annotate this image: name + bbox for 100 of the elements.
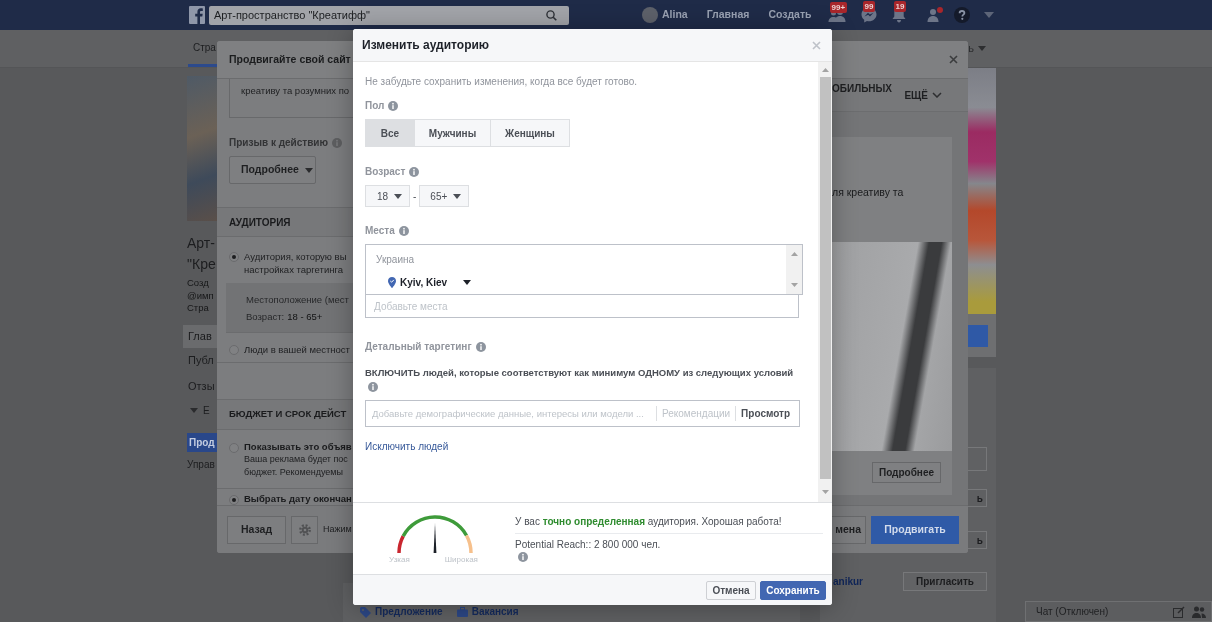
scrollbar[interactable]	[818, 62, 832, 502]
gender-option[interactable]: Все	[365, 119, 415, 147]
field-label: Призыв к действию	[229, 138, 328, 148]
notification-badge: 19	[893, 1, 907, 12]
top-nav-link[interactable]: Создать	[768, 7, 812, 23]
option-title: Выбрать дату окончан	[244, 493, 352, 505]
info-icon	[518, 552, 528, 562]
section-header: АУДИТОРИЯ	[217, 207, 353, 237]
top-nav-link[interactable]: Главная	[706, 7, 750, 23]
profile-link[interactable]: anikur	[833, 574, 863, 589]
location-search-field[interactable]: Добавьте места	[365, 295, 799, 318]
chevron-down-icon	[932, 92, 942, 98]
search-field[interactable]: Арт-пространство "Креатифф"	[209, 5, 546, 25]
info-icon	[388, 101, 399, 111]
info-icon	[368, 382, 378, 392]
scrollbar-thumb[interactable]	[819, 77, 831, 479]
promote-button[interactable]: Продвигать	[871, 515, 959, 544]
search-button[interactable]	[546, 5, 569, 25]
sidebar-item[interactable]: Публ	[183, 347, 217, 374]
back-button[interactable]: Назад	[227, 515, 286, 544]
potential-reach: Potential Reach:: 2 800 000 чел.	[515, 539, 661, 551]
page-title: Арт- "Кре	[187, 234, 217, 274]
save-button[interactable]: Сохранить	[760, 580, 826, 600]
briefcase-icon	[456, 607, 468, 617]
radio-button[interactable]	[229, 251, 239, 262]
tag-icon	[360, 606, 371, 618]
info-icon	[332, 138, 342, 148]
button[interactable]	[968, 447, 987, 471]
down-arrow-icon[interactable]	[821, 490, 829, 494]
notification-badge: 99+	[829, 2, 848, 13]
learn-more-button[interactable]: Подробнее	[872, 462, 941, 483]
caret-icon	[463, 279, 472, 285]
page-meta-text: @имп	[187, 289, 215, 302]
targeting-instruction: ВКЛЮЧИТЬ людей, которые соответствуют как минимум ОДНОМУ из следующих условий	[365, 367, 794, 379]
summary-label: Возраст:	[246, 310, 285, 322]
people-icon[interactable]	[1192, 605, 1206, 618]
cancel-button[interactable]: мена	[832, 515, 866, 544]
caret-icon	[978, 46, 986, 51]
range-separator: -	[413, 189, 417, 204]
notification-badge: 99	[862, 1, 876, 12]
option-description: Ваша реклама будет пос бюджет. Рекомендуемы	[244, 453, 349, 479]
info-icon	[475, 342, 486, 352]
caret-icon	[304, 167, 313, 173]
sidebar-item[interactable]: Глав	[183, 324, 217, 348]
location-item[interactable]: Kyiv, Kiev	[388, 276, 472, 288]
gender-option[interactable]: Мужчины	[414, 119, 491, 147]
caret-icon	[453, 193, 462, 199]
person-icon[interactable]	[926, 7, 943, 23]
dialog-title: Продвигайте свой сайт	[229, 51, 351, 67]
scrollbar[interactable]	[786, 245, 802, 294]
gauge-label: Широкая	[444, 555, 478, 564]
dialog-title: Изменить аудиторию	[362, 37, 490, 54]
audience-size-message: У вас точно определенная аудитория. Хорошая работа!	[515, 516, 782, 528]
caret-icon	[394, 193, 403, 199]
promote-button[interactable]: Прод	[187, 432, 217, 452]
info-icon	[409, 167, 420, 177]
gender-option[interactable]: Женщины	[490, 119, 570, 147]
manage-link[interactable]: Управ	[187, 458, 217, 471]
cta-dropdown[interactable]: Подробнее	[229, 156, 316, 184]
page-meta-text: Стра	[187, 302, 210, 315]
caret-icon	[190, 407, 198, 413]
footer-hint: Нажим	[323, 522, 352, 536]
option-title: Показывать это объяв	[244, 441, 352, 453]
field-label: Пол	[365, 100, 385, 112]
invite-button[interactable]: Пригласить	[903, 572, 987, 591]
summary-text: Местоположение (мест	[246, 293, 350, 305]
option-label: Люди в вашей местност	[244, 343, 350, 356]
sidebar-item[interactable]: Отзы	[183, 373, 217, 400]
section-header: БЮДЖЕТ И СРОК ДЕЙСТ	[217, 399, 353, 430]
age-dropdown[interactable]: 18	[365, 185, 410, 207]
browse-button[interactable]: Просмотр	[735, 406, 796, 421]
search-icon	[546, 9, 557, 21]
compose-icon[interactable]	[1173, 605, 1185, 618]
placement-tab[interactable]: ОБИЛЬНЫХ	[832, 84, 893, 94]
help-icon[interactable]	[953, 7, 970, 23]
caret-icon[interactable]	[983, 12, 994, 18]
up-arrow-icon[interactable]	[821, 68, 829, 72]
down-arrow-icon[interactable]	[790, 283, 798, 287]
settings-button[interactable]	[291, 515, 318, 544]
chat-bar[interactable]: Чат (Отключен)	[1025, 601, 1212, 622]
age-dropdown[interactable]: 65+	[419, 185, 470, 207]
hint-text: Не забудьте сохранить изменения, когда все будет готово.	[365, 76, 637, 88]
logo-icon[interactable]	[189, 6, 205, 24]
radio-button[interactable]	[229, 494, 239, 505]
exclude-link[interactable]: Исключить людей	[365, 441, 449, 453]
info-icon	[398, 226, 409, 236]
close-icon[interactable]	[949, 55, 958, 64]
profile-link[interactable]: Alina	[642, 7, 688, 23]
summary-value: 18 - 65+	[287, 310, 323, 322]
avatar-icon	[642, 7, 658, 23]
more-tab[interactable]: ЕЩЁ	[904, 87, 942, 103]
cancel-button[interactable]: Отмена	[706, 580, 756, 600]
field-label: Возраст	[365, 166, 406, 178]
gear-icon	[298, 523, 311, 536]
preview-text: ля креативу та	[832, 187, 905, 198]
up-arrow-icon[interactable]	[790, 252, 798, 256]
option-label: Аудитория, которую вы настройках таргетинга	[244, 250, 347, 276]
more-link[interactable]: Е	[187, 399, 217, 421]
targeting-field[interactable]: Добавьте демографические данные, интересы или модели ... Рекомендации Просмотр	[365, 400, 800, 427]
field-label: Места	[365, 225, 395, 237]
